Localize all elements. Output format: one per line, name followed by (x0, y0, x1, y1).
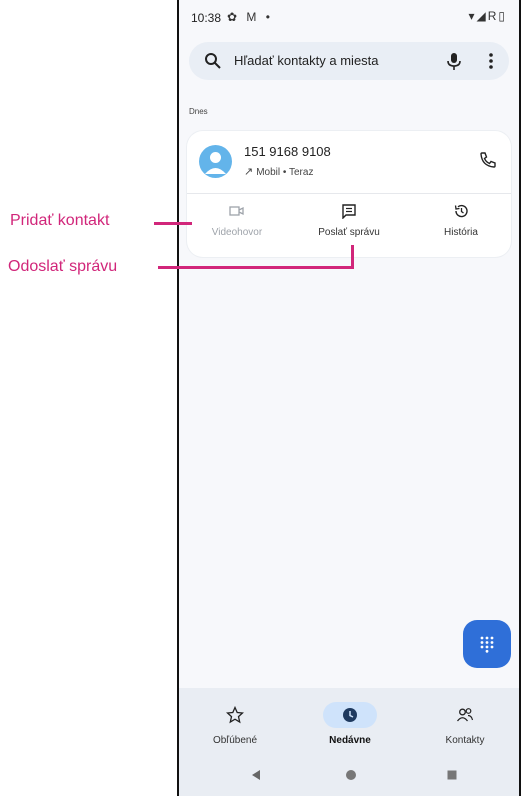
person-icon (205, 152, 226, 174)
back-icon[interactable] (249, 768, 263, 782)
message-icon (342, 204, 356, 219)
search-placeholder: Hľadať kontakty a miesta (234, 53, 379, 68)
tab-recents-label: Nedávne (329, 735, 371, 746)
avatar[interactable] (199, 145, 232, 178)
callout-send-message: Odoslať správu (8, 258, 118, 275)
search-bar[interactable]: Hľadať kontakty a miesta (189, 42, 509, 80)
tab-contacts-label: Kontakty (445, 735, 485, 746)
call-detail-text: Mobil • Teraz (256, 167, 314, 178)
tab-recents[interactable]: Nedávne (300, 702, 400, 746)
history-button[interactable]: História (411, 203, 511, 238)
people-icon (456, 708, 474, 722)
favorites-icon-wrap (208, 702, 262, 728)
tab-favorites-label: Obľúbené (212, 735, 258, 746)
call-icon[interactable] (479, 151, 497, 169)
call-detail: ↗ Mobil • Teraz (244, 165, 313, 178)
dialpad-button[interactable] (463, 620, 511, 668)
search-icon (205, 53, 221, 69)
home-icon[interactable] (344, 768, 358, 782)
video-call-button[interactable]: Videohovor (187, 203, 287, 238)
card-divider (187, 193, 511, 194)
clock-icon (343, 708, 357, 722)
star-icon (226, 706, 244, 724)
send-message-label: Poslať správu (318, 227, 380, 238)
caller-number: 151 9168 9108 (244, 144, 331, 159)
callout-add-contact-line (154, 222, 192, 225)
notification-icons: ✿ M • (227, 10, 273, 24)
more-options-icon[interactable] (487, 51, 495, 71)
phone-screen: 10:38 ✿ M • ▾◢R▯ Hľadať kontakty a miest… (177, 0, 521, 796)
tab-favorites[interactable]: Obľúbené (185, 702, 285, 746)
dialpad-icon (480, 636, 494, 653)
section-label-today: Dnes (189, 107, 208, 116)
history-label: História (444, 227, 478, 238)
history-icon (454, 204, 468, 218)
video-icon (229, 206, 244, 216)
recents-icon-wrap (323, 702, 377, 728)
contacts-icon-wrap (438, 702, 492, 728)
microphone-icon[interactable] (445, 51, 463, 71)
overview-icon[interactable] (445, 768, 459, 782)
callout-add-contact: Pridať kontakt (10, 212, 110, 229)
status-time: 10:38 (191, 11, 222, 25)
status-bar: 10:38 ✿ M • ▾◢R▯ (179, 0, 519, 34)
system-navigation (179, 764, 519, 788)
recent-call-card[interactable]: 151 9168 9108 ↗ Mobil • Teraz Videohovor … (187, 131, 511, 257)
callout-send-message-line-vertical (351, 245, 354, 269)
send-message-button[interactable]: Poslať správu (299, 203, 399, 238)
callout-send-message-line (158, 266, 354, 269)
system-status-icons: ▾◢R▯ (468, 9, 507, 23)
tab-contacts[interactable]: Kontakty (415, 702, 515, 746)
outgoing-call-icon: ↗ (244, 166, 254, 178)
bottom-navigation: Obľúbené Nedávne Kontakty (179, 688, 519, 796)
video-call-label: Videohovor (211, 227, 263, 238)
